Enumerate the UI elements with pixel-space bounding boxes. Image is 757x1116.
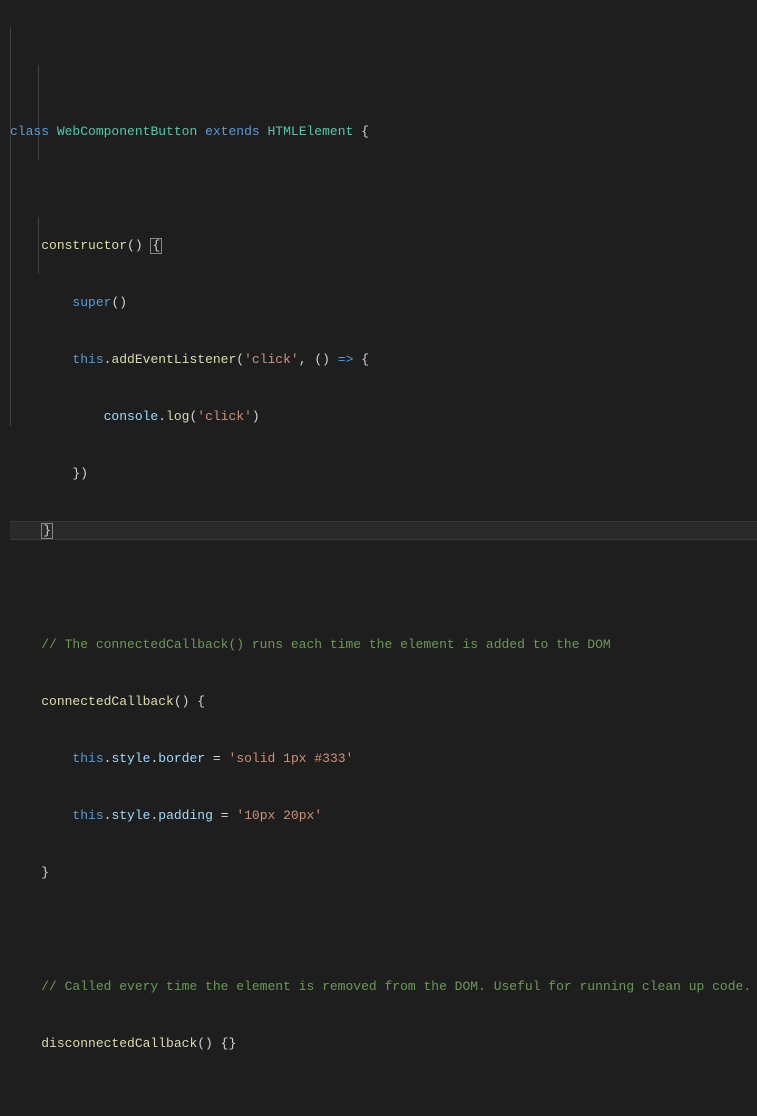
code-line: // Called every time the element is remo… [10,977,757,996]
code-line: constructor() { [10,236,757,255]
code-line [10,578,757,597]
code-line: disconnectedCallback() {} [10,1034,757,1053]
code-line: this.addEventListener('click', () => { [10,350,757,369]
code-line: connectedCallback() { [10,692,757,711]
code-line: } [10,863,757,882]
code-line: super() [10,293,757,312]
code-line: }) [10,464,757,483]
active-line-highlight [10,521,757,540]
cursor-brace: } [41,523,53,539]
code-line [10,179,757,198]
code-editor[interactable]: class WebComponentButton extends HTMLEle… [0,0,757,558]
code-line: console.log('click') [10,407,757,426]
code-line: } [10,521,757,540]
code-line: this.style.border = 'solid 1px #333' [10,749,757,768]
code-line [10,920,757,939]
code-line: this.style.padding = '10px 20px' [10,806,757,825]
code-line: class WebComponentButton extends HTMLEle… [10,122,757,141]
code-line [10,1091,757,1110]
code-line: // The connectedCallback() runs each tim… [10,635,757,654]
